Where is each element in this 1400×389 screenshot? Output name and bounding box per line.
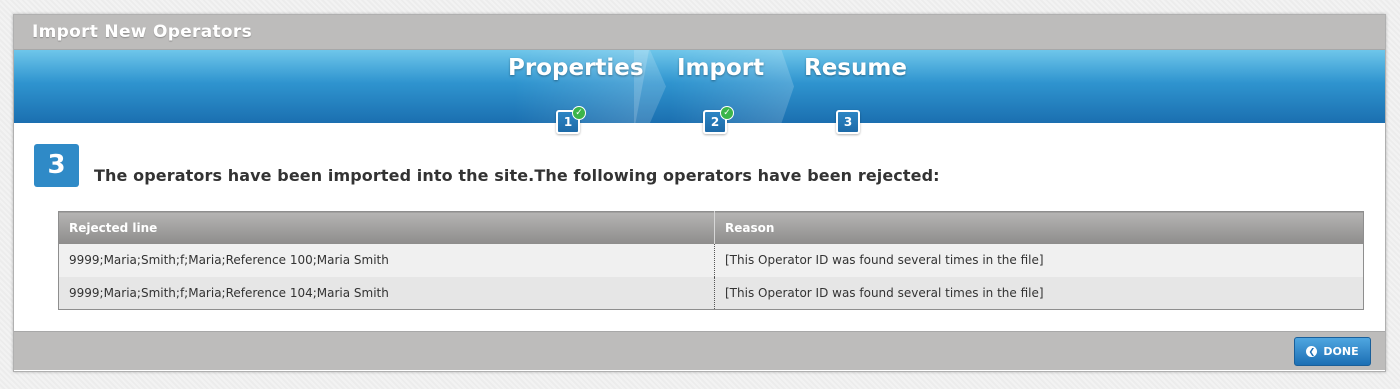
check-icon: ✓ [720,106,734,120]
table-header-row: Rejected line Reason [58,211,1364,244]
import-result-message: The operators have been imported into th… [94,166,940,185]
rejected-operators-table: Rejected line Reason 9999;Maria;Smith;f;… [58,211,1364,310]
wizard-step-properties: Properties [508,55,644,81]
done-button-label: DONE [1323,345,1359,358]
import-operators-dialog: Import New Operators Properties Import R… [13,14,1386,372]
check-icon: ✓ [572,106,586,120]
reason-cell: [This Operator ID was found several time… [714,276,1364,310]
wizard-step-import: Import [677,55,765,81]
back-arrow-icon: ❮ [1306,346,1318,357]
dialog-titlebar: Import New Operators [14,15,1385,50]
wizard-step-number-3: 3 [836,110,860,134]
table-row[interactable]: 9999;Maria;Smith;f;Maria;Reference 100;M… [58,243,1364,277]
dialog-title: Import New Operators [32,22,253,42]
rejected-line-cell: 9999;Maria;Smith;f;Maria;Reference 104;M… [58,276,715,310]
reason-cell: [This Operator ID was found several time… [714,243,1364,277]
table-row[interactable]: 9999;Maria;Smith;f;Maria;Reference 104;M… [58,276,1364,310]
column-header-reason[interactable]: Reason [714,211,1364,244]
dialog-footer [14,331,1385,370]
wizard-step-resume: Resume [804,55,907,81]
done-button[interactable]: ❮ DONE [1294,337,1371,366]
column-header-rejected-line[interactable]: Rejected line [58,211,715,244]
current-step-badge: 3 [34,144,79,187]
rejected-line-cell: 9999;Maria;Smith;f;Maria;Reference 100;M… [58,243,715,277]
